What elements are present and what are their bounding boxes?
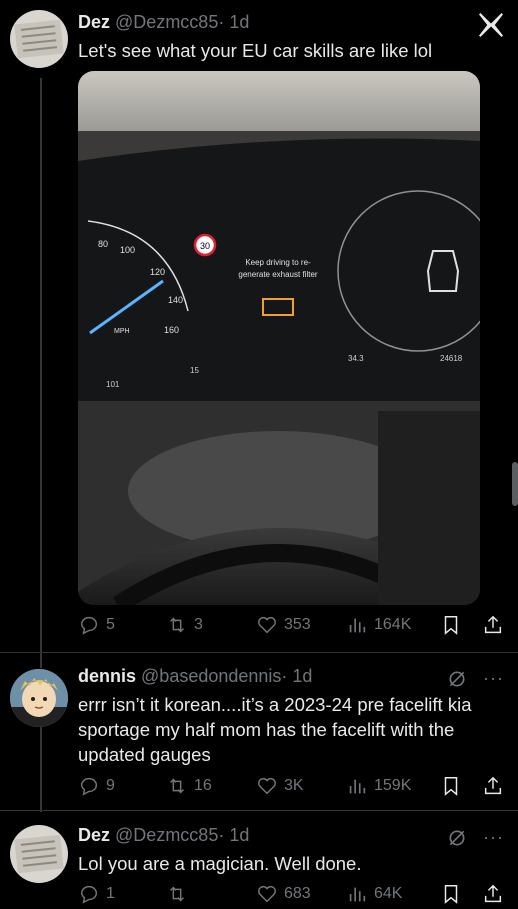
more-icon[interactable]: ··· (483, 668, 504, 689)
speed-tick: 120 (150, 267, 165, 277)
view-count: 164K (374, 616, 412, 633)
tweet-text: errr isn’t it korean....it’s a 2023-24 p… (78, 694, 472, 765)
like-button[interactable]: 683 (256, 883, 311, 905)
temperature: 15 (190, 366, 199, 375)
avatar[interactable] (10, 825, 68, 883)
tweet-menu: ··· (447, 668, 504, 689)
tweet-text: Let's see what your EU car skills are li… (78, 40, 433, 61)
dash-warning-line2: generate exhaust filter (238, 270, 317, 279)
dash-warning-line1: Keep driving to re- (245, 258, 311, 267)
repost-button[interactable]: 3 (166, 614, 203, 636)
range: 101 (106, 380, 120, 389)
views-icon (349, 779, 366, 794)
repost-button[interactable]: 16 (166, 775, 212, 797)
tweet-actions: 9 16 3K 159K (78, 775, 508, 801)
share-button[interactable] (482, 614, 504, 636)
timestamp[interactable]: · 1d (218, 825, 249, 845)
reply-icon (80, 777, 98, 796)
author-name[interactable]: Dez (78, 12, 110, 32)
views-button[interactable]: 164K (346, 614, 411, 636)
views-icon (349, 618, 366, 633)
author-name[interactable]: dennis (78, 666, 136, 686)
tweet-text: Lol you are a magician. Well done. (78, 853, 362, 874)
tweet[interactable]: dennis @basedondennis· 1d ··· errr isn’t… (0, 653, 518, 808)
more-icon[interactable]: ··· (483, 827, 504, 848)
like-count: 353 (284, 616, 311, 633)
grok-icon[interactable] (447, 828, 467, 848)
views-button[interactable]: 64K (346, 883, 402, 905)
share-button[interactable] (482, 775, 504, 797)
tweet[interactable]: Dez @Dezmcc85· 1d Let's see what your EU… (0, 0, 518, 650)
tweet-actions: 5 3 353 164K (78, 614, 508, 640)
views-icon (349, 887, 366, 902)
reply-icon (80, 885, 98, 904)
reply-button[interactable]: 1 (78, 883, 115, 905)
tweet-media[interactable]: 30 Keep driving to re- generate exhaust … (78, 71, 480, 605)
tweet-header: Dez @Dezmcc85· 1d (78, 12, 249, 33)
heart-icon (258, 616, 276, 634)
like-count: 3K (284, 777, 304, 794)
share-icon (484, 615, 502, 634)
speed-tick: 100 (120, 245, 135, 255)
tweet-header: dennis @basedondennis· 1d (78, 666, 312, 687)
tweet-header: Dez @Dezmcc85· 1d (78, 825, 249, 846)
like-button[interactable]: 353 (256, 614, 311, 636)
reply-count: 1 (106, 885, 115, 902)
odometer: 24618 (440, 354, 463, 363)
repost-button[interactable] (166, 883, 194, 905)
repost-icon (170, 617, 184, 633)
repost-count: 3 (194, 616, 203, 633)
avatar[interactable] (10, 669, 68, 727)
scrollbar[interactable] (512, 462, 518, 506)
trip: 34.3 (348, 354, 364, 363)
author-handle[interactable]: @Dezmcc85 (115, 12, 218, 32)
repost-count: 16 (194, 777, 212, 794)
like-button[interactable]: 3K (256, 775, 304, 797)
heart-icon (258, 777, 276, 795)
bookmark-button[interactable] (440, 775, 462, 797)
views-button[interactable]: 159K (346, 775, 411, 797)
tweet-menu: ··· (447, 827, 504, 848)
dashboard-photo: 30 Keep driving to re- generate exhaust … (78, 71, 480, 605)
tweet-actions: 1 683 64K (78, 883, 508, 909)
speed-tick: 140 (168, 295, 183, 305)
reply-icon (80, 616, 98, 635)
like-count: 683 (284, 885, 311, 902)
view-count: 64K (374, 885, 403, 902)
repost-icon (170, 778, 184, 794)
author-name[interactable]: Dez (78, 825, 110, 845)
timestamp[interactable]: · 1d (218, 12, 249, 32)
tweet[interactable]: Dez @Dezmcc85· 1d ··· Lol you are a magi… (0, 811, 518, 904)
share-button[interactable] (482, 883, 504, 905)
author-handle[interactable]: @basedondennis (141, 666, 281, 686)
reply-count: 9 (106, 777, 115, 794)
bookmark-button[interactable] (440, 614, 462, 636)
timestamp[interactable]: · 1d (281, 666, 312, 686)
speed-limit-sign: 30 (200, 241, 210, 251)
avatar[interactable] (10, 10, 68, 68)
reply-button[interactable]: 9 (78, 775, 115, 797)
view-count: 159K (374, 777, 412, 794)
x-logo-icon (478, 13, 504, 37)
speed-tick: 160 (164, 325, 179, 335)
mph-label: MPH (114, 328, 130, 335)
share-icon (484, 884, 502, 903)
bookmark-icon (444, 885, 458, 904)
bookmark-icon (444, 616, 458, 635)
share-icon (484, 776, 502, 795)
grok-icon[interactable] (447, 669, 467, 689)
bookmark-button[interactable] (440, 883, 462, 905)
author-handle[interactable]: @Dezmcc85 (115, 825, 218, 845)
repost-icon (170, 886, 184, 902)
speed-tick: 80 (98, 239, 108, 249)
heart-icon (258, 885, 276, 903)
reply-count: 5 (106, 616, 115, 633)
bookmark-icon (444, 777, 458, 796)
reply-button[interactable]: 5 (78, 614, 115, 636)
